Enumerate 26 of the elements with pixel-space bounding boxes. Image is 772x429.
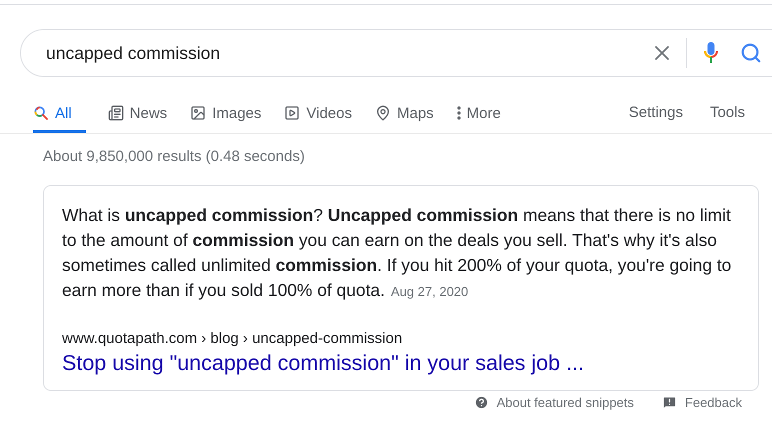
search-input[interactable]: uncapped commission <box>44 42 644 64</box>
footer-link[interactable]: Feedback <box>662 395 742 410</box>
image-icon <box>190 105 206 121</box>
search-bar[interactable]: uncapped commission <box>20 29 772 77</box>
tab[interactable]: News <box>106 93 168 133</box>
result-stats: About 9,850,000 results (0.48 seconds) <box>43 148 306 165</box>
breadcrumb: www.quotapath.com › blog › uncapped-commission <box>62 330 404 347</box>
tab[interactable]: More <box>456 93 502 133</box>
newspaper-icon <box>108 105 124 121</box>
result-link[interactable]: Stop using "uncapped commission" in your sales job ... <box>62 351 584 376</box>
play-icon <box>284 105 300 121</box>
tab[interactable]: Images <box>189 93 262 133</box>
tab[interactable]: All <box>33 93 86 133</box>
microphone-icon <box>703 41 719 65</box>
map-pin-icon <box>374 105 391 121</box>
footer-link-text: Feedback <box>684 395 742 410</box>
snippet-text: What is uncapped commission? Uncapped commission means that there is no limit to the amount of commission you can earn on the deals you sell. That's why it's also sometimes called unlimited commission. If you hit 200% of your quota, you're going to earn more than if you sold 100% of quota. Aug 27, 2020 <box>62 204 732 302</box>
tab[interactable]: Maps <box>374 93 435 133</box>
tool-link[interactable]: Tools <box>710 93 745 133</box>
feedback-icon <box>662 395 677 410</box>
search-icon <box>33 105 49 121</box>
more-icon <box>456 106 461 120</box>
tool-link[interactable]: Settings <box>628 93 683 133</box>
help-icon <box>474 395 489 410</box>
tab[interactable]: Videos <box>283 93 353 133</box>
search-icon <box>740 42 762 64</box>
